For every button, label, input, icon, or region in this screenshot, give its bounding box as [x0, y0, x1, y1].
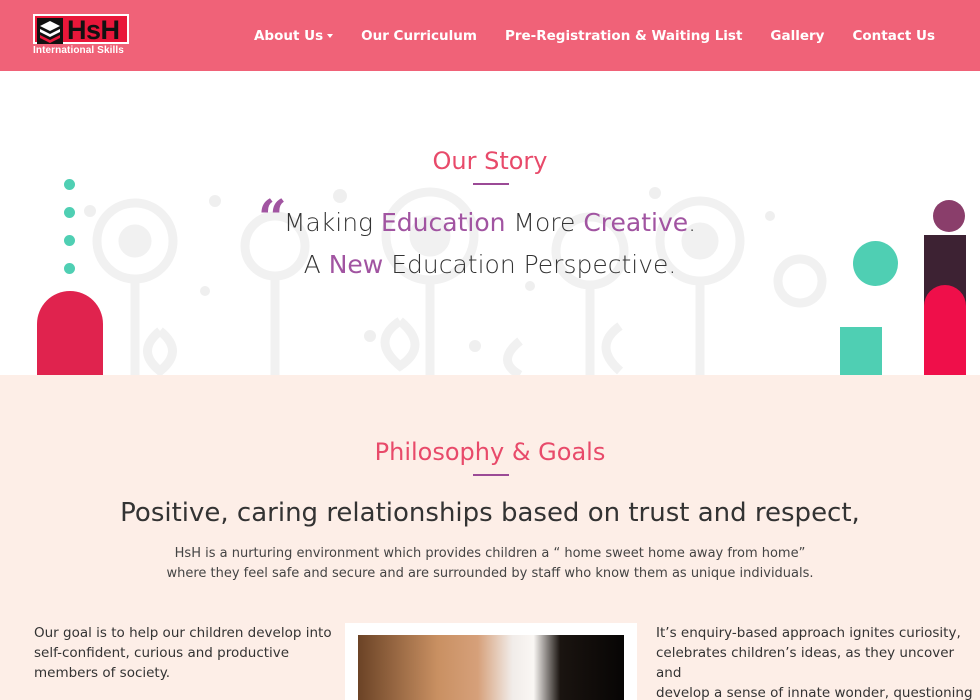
title-underline: [473, 474, 509, 476]
quote-text: Making: [283, 208, 381, 237]
nav-our-curriculum[interactable]: Our Curriculum: [361, 28, 477, 44]
goal-line: self-confident, curious and productive: [34, 645, 290, 661]
goal-text-left: Our goal is to help our children develop…: [34, 623, 334, 683]
philosophy-heading: Positive, caring relationships based on …: [120, 498, 860, 528]
nav-contact-us-label: Contact Us: [852, 27, 935, 44]
quote-highlight: New: [328, 250, 384, 279]
philosophy-paragraph-line-1: HsH is a nurturing environment which pro…: [174, 546, 806, 561]
nav-our-curriculum-label: Our Curriculum: [361, 27, 477, 44]
quote-text: A: [303, 250, 329, 279]
child-photo-frame: [345, 623, 637, 700]
site-header: HsH International Skills About Us Our Cu…: [0, 0, 980, 71]
nav-pre-registration-label: Pre-Registration & Waiting List: [504, 27, 743, 44]
approach-line: celebrates children’s ideas, as they unc…: [656, 645, 955, 681]
philosophy-paragraph-line-2: where they feel safe and secure and are …: [166, 566, 814, 581]
nav-pre-registration[interactable]: Pre-Registration & Waiting List: [505, 28, 742, 44]
nav-contact-us[interactable]: Contact Us: [852, 28, 935, 44]
philosophy-title: Philosophy & Goals: [374, 438, 606, 466]
child-photo: [358, 635, 624, 700]
logo-text: HsH: [67, 15, 120, 45]
quote-highlight: Education: [381, 208, 506, 237]
quote-highlight: Creative: [583, 208, 689, 237]
goal-line: Our goal is to help our children develop…: [34, 625, 332, 641]
teal-bar-decoration: [840, 327, 882, 375]
logo-badge: HsH: [33, 14, 129, 45]
goal-line: members of society.: [34, 665, 171, 681]
approach-line: develop a sense of innate wonder, questi…: [656, 685, 973, 700]
crimson-pill-decoration: [37, 291, 103, 375]
cube-icon: [37, 18, 63, 44]
teal-dot: [64, 179, 75, 190]
title-underline: [473, 183, 509, 185]
story-quote-line-2: A New Education Perspective.: [0, 250, 980, 279]
story-quote-line-1: Making Education More Creative.: [0, 208, 980, 237]
caret-down-icon: [327, 33, 334, 38]
nav-about-us[interactable]: About Us: [253, 27, 334, 44]
crimson-bar-decoration: [924, 285, 966, 375]
logo-subtitle: International Skills: [33, 45, 124, 56]
quote-text: More: [505, 208, 584, 237]
main-nav: About Us Our Curriculum Pre-Registration…: [226, 0, 935, 71]
quote-text: .: [688, 208, 697, 237]
philosophy-goals-section: Philosophy & Goals Positive, caring rela…: [0, 375, 980, 700]
our-story-section: Our Story “ Making Education More Creati…: [0, 71, 980, 375]
approach-line: It’s enquiry-based approach ignites curi…: [656, 625, 961, 641]
approach-text-right: It’s enquiry-based approach ignites curi…: [656, 623, 976, 700]
our-story-title: Our Story: [432, 147, 548, 175]
nav-gallery-label: Gallery: [770, 27, 825, 44]
nav-gallery[interactable]: Gallery: [770, 28, 824, 44]
nav-about-us-label: About Us: [253, 27, 324, 44]
quote-text: Education Perspective.: [383, 250, 677, 279]
hsh-logo[interactable]: HsH International Skills: [33, 14, 131, 56]
